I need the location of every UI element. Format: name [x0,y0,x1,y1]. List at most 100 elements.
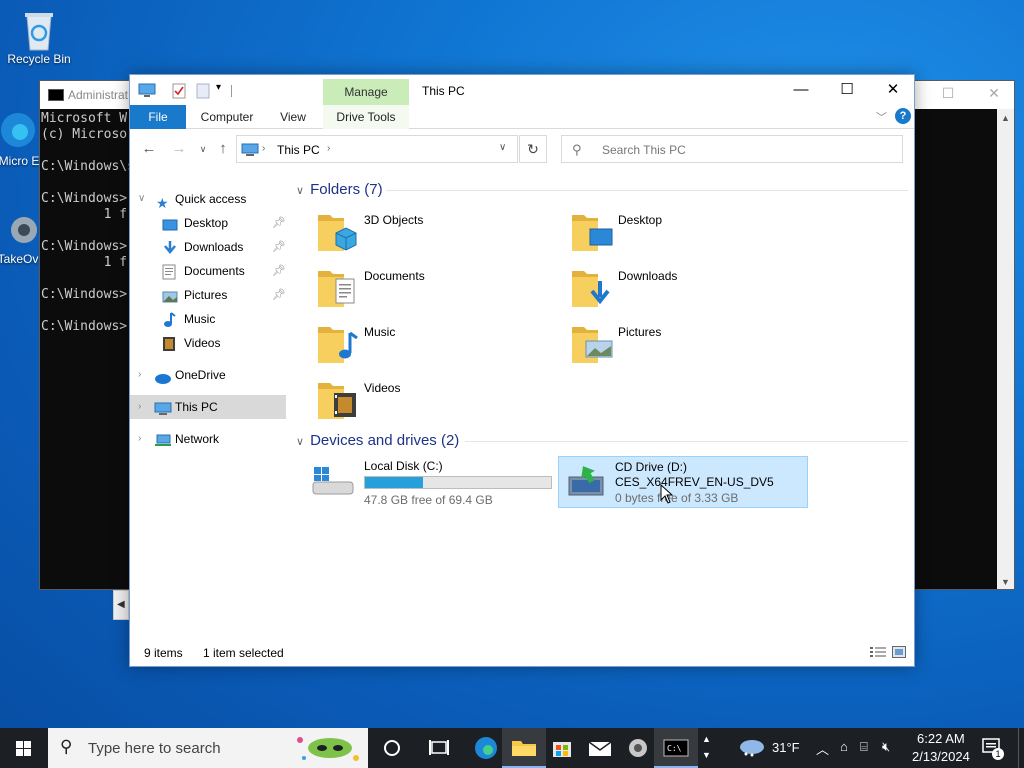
video-film-icon [162,336,178,351]
pin-icon[interactable]: 📌︎ [272,283,286,307]
nav-label: Videos [184,336,221,350]
address-dropdown-icon[interactable]: ∨ [499,142,506,153]
back-arrow-icon[interactable]: ← [138,138,160,160]
nav-quick-downloads[interactable]: Downloads 📌︎ [130,235,286,259]
nav-this-pc[interactable]: › This PC [130,395,286,419]
folder-tile[interactable]: Videos [312,373,552,427]
new-folder-icon[interactable] [196,83,212,99]
qat-dropdown-icon[interactable]: ▾ [216,82,232,96]
address-field[interactable]: › This PC › ∨ [236,135,518,163]
expand-chevron-icon[interactable]: › [138,427,141,451]
breadcrumb-separator-icon[interactable]: › [262,143,265,154]
weather-widget[interactable]: 31°F [738,736,804,760]
search-input[interactable]: ⚲ Search This PC [561,135,903,163]
show-desktop-button[interactable] [1018,728,1024,768]
nav-quick-pictures[interactable]: Pictures 📌︎ [130,283,286,307]
nav-quick-music[interactable]: Music [130,307,286,331]
collapse-chevron-icon[interactable]: ∨ [296,436,304,448]
cd-drive-icon [567,463,607,502]
command-prompt-icon[interactable]: C:\ [654,728,698,768]
volume-muted-icon[interactable]: 🔇︎ [882,739,890,755]
content-pane[interactable]: ∨ Folders (7) 3D Objects Desktop Documents D… [290,167,915,637]
drive-volume-label: CES_X64FREV_EN-US_DV5 [615,475,774,489]
folder-tile[interactable]: Desktop [566,205,806,259]
start-button[interactable] [2,728,46,768]
pin-icon[interactable]: 📌︎ [272,211,286,235]
taskbar: ⚲ Type here to search C:\ ▲ ▼ 31°F ︿ ⌂ ⌸… [0,728,1024,768]
nav-quick-access[interactable]: ∨ ★ Quick access [130,187,286,211]
music-note-icon [162,312,178,327]
folder-label: Videos [364,381,401,395]
details-view-icon[interactable] [870,646,886,661]
tab-manage[interactable]: Manage [323,79,409,105]
breadcrumb-separator-icon[interactable]: › [327,143,330,154]
collapse-chevron-icon[interactable]: ∨ [296,185,304,197]
cmd-horizontal-scroll-arrow[interactable]: ◀ [113,590,129,620]
minimize-button[interactable]: — [778,75,824,105]
hard-drive-icon [310,462,356,503]
show-hidden-icons-chevron-icon[interactable]: ︿ [816,739,829,758]
folder-label: 3D Objects [364,213,424,227]
desktop-icon-takeown[interactable]: TakeOv [0,208,40,266]
desktop-icon-recycle-bin[interactable]: Recycle Bin [1,8,77,66]
nav-quick-desktop[interactable]: Desktop 📌︎ [130,211,286,235]
expand-ribbon-icon[interactable]: ﹀ [876,109,887,125]
close-button[interactable]: ✕ [870,75,916,105]
nav-onedrive[interactable]: › OneDrive [130,363,286,387]
notification-center-icon[interactable]: 1 [978,734,1008,762]
close-icon[interactable]: ✕ [974,85,1014,105]
drives-group-header[interactable]: ∨ Devices and drives (2) [296,432,459,449]
cloud-icon [154,368,171,384]
folder-tile[interactable]: Pictures [566,317,806,371]
cmd-scrollbar[interactable]: ▲ ▼ [997,109,1014,589]
ribbon-tabs: File Computer View Drive Tools ﹀ ? [130,105,914,129]
maximize-icon[interactable]: ☐ [928,85,968,105]
folders-group-header[interactable]: ∨ Folders (7) [296,181,383,198]
properties-icon[interactable] [172,83,188,99]
up-arrow-icon[interactable]: ↑ [212,138,234,160]
taskbar-scroll-icon[interactable]: ▲ ▼ [694,728,718,768]
recycle-bin-icon [19,8,59,51]
explorer-titlebar[interactable]: ▾ Manage This PC — ☐ ✕ [130,75,914,105]
drive-cd-d[interactable]: CD Drive (D:) CES_X64FREV_EN-US_DV5 0 by… [558,456,808,508]
expand-chevron-icon[interactable]: › [138,363,141,387]
recent-locations-chevron-icon[interactable]: ∨ [192,138,214,160]
meet-now-icon[interactable]: ⌂ [840,739,848,754]
clock-time[interactable]: 6:22 AM [917,731,965,746]
nav-quick-documents[interactable]: Documents 📌︎ [130,259,286,283]
folder-label: Documents [364,269,425,283]
pin-icon[interactable]: 📌︎ [272,235,286,259]
nav-label: Downloads [184,240,244,254]
drive-local-disk-c[interactable]: Local Disk (C:) 47.8 GB free of 69.4 GB [308,456,558,508]
folder-tile[interactable]: Documents [312,261,552,315]
taskbar-search-input[interactable]: ⚲ Type here to search [48,728,368,768]
breadcrumb-this-pc[interactable]: This PC [277,143,320,157]
window-title: This PC [422,84,465,98]
explorer-window[interactable]: ▾ Manage This PC — ☐ ✕ File Computer Vie… [129,74,915,667]
large-icons-view-icon[interactable] [892,646,906,661]
tab-file[interactable]: File [130,105,186,129]
tab-computer[interactable]: Computer [192,105,262,129]
task-view-icon[interactable] [417,728,461,768]
refresh-icon[interactable]: ↻ [519,135,547,163]
address-bar-row: ← → ∨ ↑ › This PC › ∨ ↻ ⚲ Search This PC [130,131,914,167]
clock-date[interactable]: 2/13/2024 [912,749,970,764]
help-icon[interactable]: ? [895,108,911,124]
computer-icon [241,143,259,160]
task-view-circle-icon[interactable] [370,728,414,768]
tab-view[interactable]: View [270,105,316,129]
item-count: 9 items [144,646,183,660]
notification-count-badge: 1 [992,748,1004,760]
expand-chevron-icon[interactable]: › [138,395,141,419]
collapse-chevron-icon[interactable]: ∨ [138,187,145,211]
folder-tile[interactable]: 3D Objects [312,205,552,259]
nav-network[interactable]: › Network [130,427,286,451]
network-tray-icon[interactable]: ⌸ [860,739,868,755]
pin-icon[interactable]: 📌︎ [272,259,286,283]
folder-tile[interactable]: Music [312,317,552,371]
nav-quick-videos[interactable]: Videos [130,331,286,355]
folder-tile[interactable]: Downloads [566,261,806,315]
forward-arrow-icon[interactable]: → [168,138,190,160]
maximize-button[interactable]: ☐ [824,75,870,105]
tab-drive-tools[interactable]: Drive Tools [323,105,409,129]
